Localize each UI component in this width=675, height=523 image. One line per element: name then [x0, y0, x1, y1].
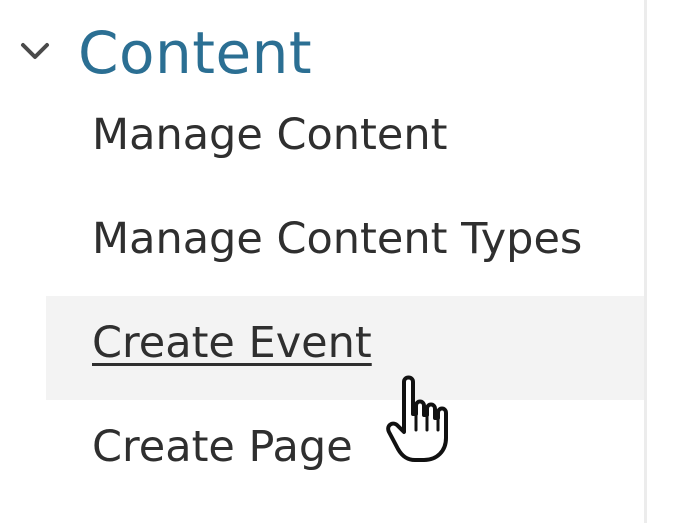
- menu-item-label[interactable]: Manage Content: [92, 108, 448, 162]
- pointer-hand-icon: [386, 375, 448, 462]
- chevron-down-icon[interactable]: [18, 34, 52, 68]
- menu-item-create-event[interactable]: Create Event: [46, 296, 644, 400]
- menu-item-manage-content-types[interactable]: Manage Content Types: [46, 192, 644, 296]
- menu-item-create-page[interactable]: Create Page: [46, 400, 644, 504]
- panel-border: [644, 0, 647, 523]
- menu-item-manage-content[interactable]: Manage Content: [46, 88, 644, 192]
- menu-item-label[interactable]: Create Page: [92, 420, 353, 474]
- menu-item-label[interactable]: Create Event: [92, 316, 372, 370]
- menu-item-label[interactable]: Manage Content Types: [92, 212, 582, 266]
- admin-menu-panel: Content Manage Content Manage Content Ty…: [0, 0, 675, 523]
- section-title: Content: [78, 19, 313, 87]
